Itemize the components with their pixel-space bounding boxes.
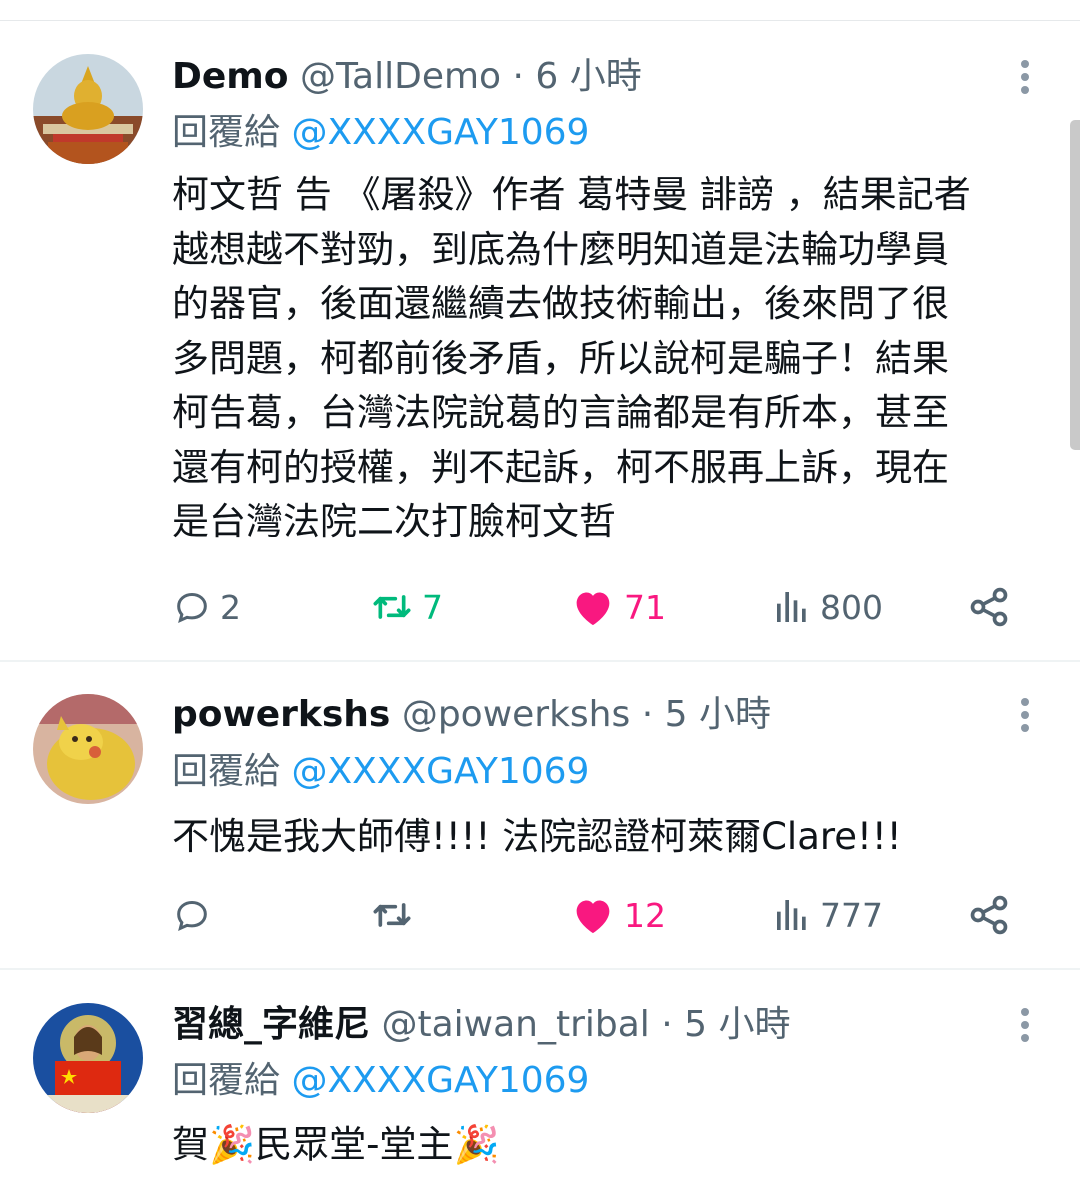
share-icon: [970, 895, 1008, 935]
user-handle[interactable]: @taiwan_tribal: [381, 1004, 649, 1045]
reply-button[interactable]: [172, 890, 212, 940]
reply-count: 2: [220, 587, 241, 627]
top-divider: [0, 20, 1080, 21]
avatar-demo[interactable]: [33, 54, 143, 164]
view-count: 777: [820, 895, 883, 935]
display-name[interactable]: powerkshs: [172, 694, 390, 735]
like-count: 12: [624, 895, 666, 935]
text-line: 是台灣法院二次打臉柯文哲: [172, 500, 616, 543]
text-line: 越想越不對勁，到底為什麼明知道是法輪功學員: [172, 227, 949, 271]
reply-prefix: 回覆給: [172, 1060, 281, 1101]
display-name[interactable]: 習總_字維尼: [172, 1004, 370, 1045]
text-line: 的器官，後面還繼續去做技術輸出，後來問了很: [172, 282, 949, 325]
retweet-count: 7: [422, 587, 443, 627]
views-button[interactable]: 800: [772, 582, 883, 632]
tweet-text: 賀🎉民眾堂-堂主🎉: [172, 1118, 1042, 1173]
party-popper-icon: 🎉: [209, 1123, 256, 1166]
reply-icon: [177, 900, 207, 931]
party-popper-icon: 🎉: [453, 1123, 500, 1166]
action-bar: 2 7 71 800: [172, 582, 1032, 632]
retweet-icon: [373, 903, 411, 927]
timestamp[interactable]: · 5 小時: [642, 694, 771, 735]
reply-icon: [177, 592, 207, 623]
text-line: 多問題，柯都前後矛盾，所以說柯是騙子！結果: [172, 336, 949, 380]
action-bar: 12 777: [172, 890, 1032, 940]
retweet-button[interactable]: 7: [370, 582, 443, 632]
reply-handle-link[interactable]: @XXXXGAY1069: [291, 1060, 589, 1101]
views-icon: [777, 592, 806, 622]
text-fragment: 民眾堂-堂主: [255, 1123, 454, 1166]
tweet-powerkshs[interactable]: powerkshs @powerkshs · 5 小時 回覆給 @XXXXGAY…: [0, 662, 1080, 968]
text-fragment: 賀: [172, 1123, 209, 1166]
like-button[interactable]: 71: [570, 582, 666, 632]
tweet-header: powerkshs @powerkshs · 5 小時: [172, 692, 771, 738]
heart-icon: [576, 592, 610, 626]
avatar-powerkshs[interactable]: [33, 694, 143, 804]
avatar-taiwan-tribal[interactable]: [33, 1003, 143, 1113]
scrollbar-thumb[interactable]: [1070, 120, 1080, 450]
heart-icon: [576, 900, 610, 934]
view-count: 800: [820, 587, 883, 627]
text-line: 柯告葛，台灣法院說葛的言論都是有所本，甚至: [172, 391, 949, 434]
share-button[interactable]: [967, 582, 1011, 632]
user-handle[interactable]: @TallDemo: [300, 56, 501, 97]
share-button[interactable]: [967, 890, 1011, 940]
tweet-taiwan-tribal[interactable]: 習總_字維尼 @taiwan_tribal · 5 小時 回覆給 @XXXXGA…: [0, 970, 1080, 1191]
retweet-button[interactable]: [370, 890, 414, 940]
reply-to-line: 回覆給 @XXXXGAY1069: [172, 110, 589, 156]
like-count: 71: [624, 587, 666, 627]
display-name[interactable]: Demo: [172, 56, 289, 97]
reply-prefix: 回覆給: [172, 112, 281, 153]
more-dots-icon[interactable]: [1018, 698, 1032, 738]
retweet-icon: [373, 595, 411, 619]
timestamp[interactable]: · 5 小時: [661, 1004, 790, 1045]
user-handle[interactable]: @powerkshs: [402, 694, 630, 735]
like-button[interactable]: 12: [570, 890, 666, 940]
share-icon: [970, 587, 1008, 627]
more-dots-icon[interactable]: [1018, 1008, 1032, 1048]
tweet-text: 不愧是我大師傅!!!! 法院認證柯萊爾Clare!!!: [172, 810, 1042, 865]
text-line: 柯文哲 告 《屠殺》作者 葛特曼 誹謗 ，結果記者: [172, 173, 971, 216]
views-icon: [777, 900, 806, 930]
timestamp[interactable]: · 6 小時: [513, 56, 642, 97]
views-button[interactable]: 777: [772, 890, 883, 940]
text-line: 還有柯的授權，判不起訴，柯不服再上訴，現在: [172, 445, 949, 489]
reply-handle-link[interactable]: @XXXXGAY1069: [291, 112, 589, 153]
tweet-text: 柯文哲 告 《屠殺》作者 葛特曼 誹謗 ，結果記者 越想越不對勁，到底為什麼明知…: [172, 168, 1042, 550]
tweet-header: Demo @TallDemo · 6 小時: [172, 54, 642, 100]
reply-to-line: 回覆給 @XXXXGAY1069: [172, 749, 589, 795]
reply-prefix: 回覆給: [172, 751, 281, 792]
text-line: 不愧是我大師傅!!!! 法院認證柯萊爾Clare!!!: [172, 815, 902, 858]
tweet-demo[interactable]: Demo @TallDemo · 6 小時 回覆給 @XXXXGAY1069 柯…: [0, 30, 1080, 660]
more-dots-icon[interactable]: [1018, 60, 1032, 100]
reply-handle-link[interactable]: @XXXXGAY1069: [291, 751, 589, 792]
reply-to-line: 回覆給 @XXXXGAY1069: [172, 1058, 589, 1104]
reply-button[interactable]: 2: [172, 582, 241, 632]
tweet-header: 習總_字維尼 @taiwan_tribal · 5 小時: [172, 1002, 791, 1048]
